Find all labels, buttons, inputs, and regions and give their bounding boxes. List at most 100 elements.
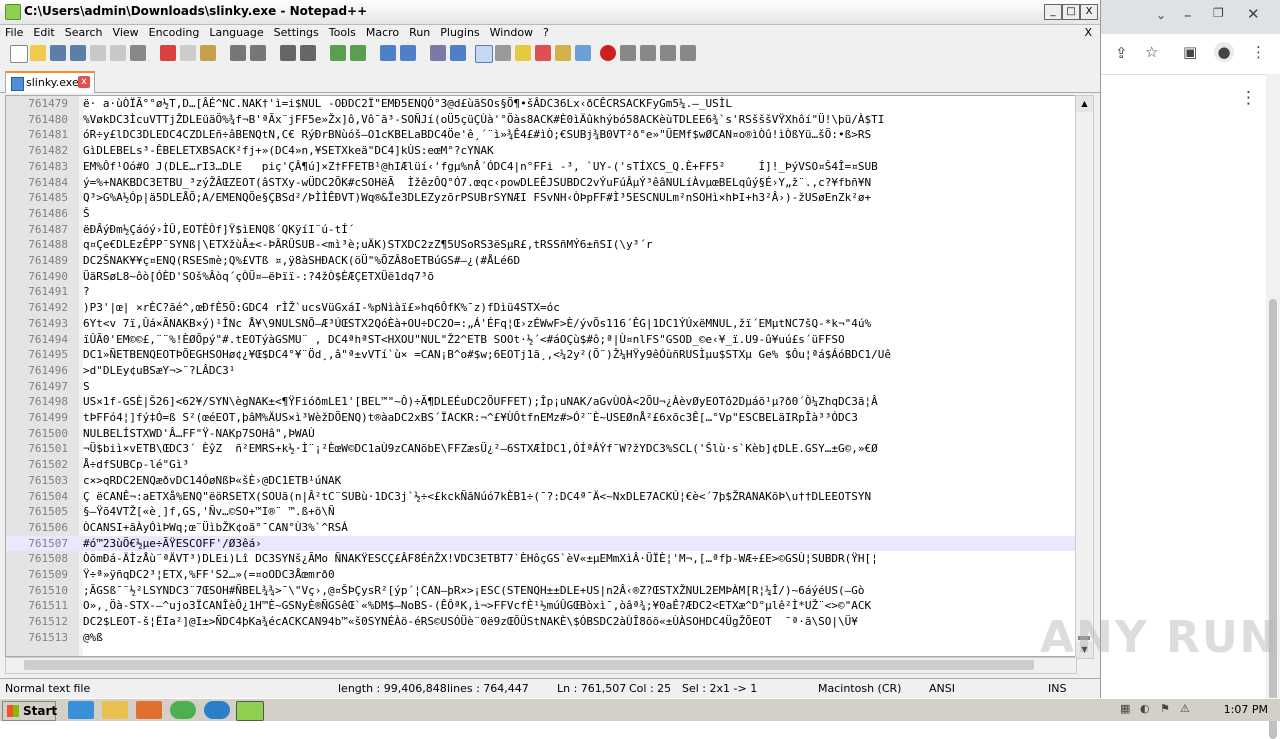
volume-icon[interactable]: ◐ (1140, 702, 1150, 715)
close-icon[interactable] (90, 45, 106, 61)
menu-language[interactable]: Language (204, 24, 268, 42)
editor-line[interactable]: 761481 óR÷y£lDC3DLEDC4CZDLEñ÷âBENQtN,C€ R… (6, 127, 1076, 143)
menu-help[interactable]: ? (538, 24, 554, 42)
word-wrap-icon[interactable] (430, 45, 446, 61)
editor-line[interactable]: 761501 ¬Ü$biì×vETB\ŒDC3´ ÈŷZ ñ²EMRS+k½·Ì¨… (6, 441, 1076, 457)
menu-window[interactable]: Window (485, 24, 538, 42)
open-file-icon[interactable] (30, 45, 46, 61)
editor-line[interactable]: 761506 ÒCANSI+ãÀyÓìÞWq;œ¨ÜìbŽK¢oã°¯CAN°Ù3… (6, 520, 1076, 536)
editor-line[interactable]: 761509 Ÿ÷ª»ÿñqDC2³¦ETX,%FF'S2…»(=¤oODC3Åœ… (6, 567, 1076, 583)
editor-line[interactable]: 761499 tÞFFó4¦]fý‡Ó=ß S²(œéEOT,þâM%ÄUS×ì³… (6, 410, 1076, 426)
tab-slinky-exe[interactable]: slinky.exe x (5, 71, 95, 93)
folder-workspace-icon[interactable] (555, 45, 571, 61)
maximize-button[interactable]: □ (1062, 4, 1080, 20)
side-panel-icon[interactable]: ▣ (1183, 43, 1197, 61)
status-encoding[interactable]: ANSI (929, 682, 955, 695)
close-document-button[interactable]: X (1084, 24, 1092, 42)
network-icon[interactable]: ▦ (1120, 702, 1130, 715)
editor-line[interactable]: 761507 #ó™23ùÖ€½µe÷ÃŸESCOFF'/Ø3êá› (6, 535, 1076, 552)
edge-taskbar-icon[interactable] (204, 701, 230, 719)
tab-close-icon[interactable]: x (78, 76, 90, 88)
minimize-button[interactable]: _ (1044, 4, 1062, 20)
status-eol[interactable]: Macintosh (CR) (818, 682, 901, 695)
page-menu-icon[interactable]: ⋮ (1240, 88, 1257, 108)
restore-icon[interactable]: ❐ (1213, 6, 1224, 20)
editor-line[interactable]: 761508 ÒõmÐá-ÄÌzÅù¨ªÄVT³)DLEi)Lî DC3SYNš¿… (6, 551, 1076, 567)
cut-icon[interactable] (160, 45, 176, 61)
editor-line[interactable]: 761492)P3'|œ| ×rÈC?ãé^,œÐfÈ5Ö:GDC4 rÌŽ`u… (6, 300, 1076, 316)
editor-line[interactable]: 761504 Ç ëCANÊ¬:aETXå%ENQ"ëöRSETX(SOUã(n|… (6, 489, 1076, 505)
editor-line[interactable]: 761485 Q³>G%A½Óp|ä5DLEÅÕ;A/EMENQÕe§ÇBSd²/… (6, 190, 1076, 206)
editor-line[interactable]: 761511 O»,¸Öà-STX-—^ujo3ÏCANÎèÔ¿1H™È~GSNy… (6, 598, 1076, 614)
menu-run[interactable]: Run (404, 24, 435, 42)
editor-line[interactable]: 761512 DC2$LEOT-š¦ËIa²]@I±>ÑDC4þKa¾écACKC… (6, 614, 1076, 630)
menu-tools[interactable]: Tools (324, 24, 361, 42)
browser-scrollbar[interactable] (1266, 74, 1280, 739)
editor-line[interactable]: 761513 @%ß (6, 630, 1076, 646)
function-list-icon[interactable] (535, 45, 551, 61)
status-insert-mode[interactable]: INS (1048, 682, 1066, 695)
chevron-down-icon[interactable]: ⌄ (1156, 8, 1166, 22)
menu-search[interactable]: Search (60, 24, 108, 42)
run-macro-multiple-icon[interactable] (660, 45, 676, 61)
editor-line[interactable]: 761505 §—Ÿõ4VTŽ[«è¸]f,GS,'Ñv…©SO+™I®¨ ™.ß… (6, 504, 1076, 520)
menu-encoding[interactable]: Encoding (144, 24, 205, 42)
redo-icon[interactable] (250, 45, 266, 61)
sync-vertical-icon[interactable] (380, 45, 396, 61)
save-macro-icon[interactable] (680, 45, 696, 61)
minimize-icon[interactable]: – (1184, 6, 1192, 24)
zoom-out-icon[interactable] (350, 45, 366, 61)
close-icon[interactable]: ✕ (1247, 5, 1260, 23)
bookmark-star-icon[interactable]: ☆ (1145, 43, 1158, 61)
menu-plugins[interactable]: Plugins (435, 24, 484, 42)
editor-line[interactable]: 761495 DC1»ÑETBENQEOTÞÕEGHSOHø¢¿¥Œ$DC4°¥¨… (6, 347, 1076, 363)
monitoring-icon[interactable] (575, 45, 591, 61)
find-icon[interactable] (280, 45, 296, 61)
editor-line[interactable]: 761500 NULBELÍSTXWD'Â…FF"Ÿ-NAKp7SOHâ",ÞWA… (6, 426, 1076, 442)
editor-line[interactable]: 761496 >d"DLEy¢uBSæY¬>¨?LÂDC3¹ (6, 363, 1076, 379)
ie-taskbar-icon[interactable] (68, 701, 94, 719)
editor-line[interactable]: 761503 c×>qRDC2ENQæðvDC14ÓøNßÞ«šÈ›@DC1ETB… (6, 473, 1076, 489)
zoom-in-icon[interactable] (330, 45, 346, 61)
print-icon[interactable] (130, 45, 146, 61)
copy-icon[interactable] (180, 45, 196, 61)
close-all-icon[interactable] (110, 45, 126, 61)
media-player-taskbar-icon[interactable] (136, 701, 162, 719)
save-icon[interactable] (50, 45, 66, 61)
show-all-chars-icon[interactable] (450, 45, 466, 61)
indent-guide-icon[interactable] (475, 45, 493, 63)
text-editor[interactable]: 761479 ë· a·ùÒÏÃ°°ø½T,D…[ÂÉ^NC.NAK†'ì=i$N… (5, 95, 1077, 657)
vertical-scrollbar[interactable]: ▲ ▼ (1075, 95, 1094, 659)
menu-file[interactable]: File (0, 24, 28, 42)
doc-map-icon[interactable] (515, 45, 531, 61)
record-macro-icon[interactable] (600, 45, 616, 61)
editor-line[interactable]: 761487 ëÐÂýÐm½Çáóý›ÌÛ,EOTÈÒf]Ÿ$ìENQß´QKÿí… (6, 222, 1076, 238)
udl-icon[interactable] (495, 45, 511, 61)
editor-line[interactable]: 761491? (6, 284, 1076, 300)
editor-line[interactable]: 761494 ïÛÃ0'EM©©£,¨¨%!ÈØÕpý"#.tEOTýàGSMU¨… (6, 332, 1076, 348)
editor-line[interactable]: 761482 GìDLEBELs³-ÊBELETXBSACK²fj+»(DC4»n… (6, 143, 1076, 159)
replace-icon[interactable] (300, 45, 316, 61)
editor-line[interactable]: 761479 ë· a·ùÒÏÃ°°ø½T,D…[ÂÉ^NC.NAK†'ì=i$N… (6, 96, 1076, 112)
editor-line[interactable]: 761483 EM%Ôf¹Oó#O J(DLE…rI3…DLE piç'ÇÂ¶ú]… (6, 159, 1076, 175)
profile-avatar-icon[interactable]: ● (1214, 42, 1234, 62)
start-button[interactable]: Start (2, 701, 57, 721)
undo-icon[interactable] (230, 45, 246, 61)
editor-line[interactable]: 761502 Å÷dfSUBCp-lé"Gì³ (6, 457, 1076, 473)
horizontal-scroll-thumb[interactable] (24, 660, 1034, 670)
browser-scroll-thumb[interactable] (1269, 299, 1277, 739)
paste-icon[interactable] (200, 45, 216, 61)
menu-edit[interactable]: Edit (28, 24, 59, 42)
new-file-icon[interactable] (10, 45, 28, 63)
menu-macro[interactable]: Macro (361, 24, 404, 42)
notepadpp-taskbar-icon[interactable] (236, 701, 264, 721)
editor-line[interactable]: 761498 US×1f-GSÈ|Š26]<62¥/SYN\ègNAK±<¶ŸFi… (6, 394, 1076, 410)
close-button[interactable]: X (1080, 4, 1098, 20)
editor-line[interactable]: 761480 %VøkDC3ÌcuVTTjŽDLEüäÖ%¾f¬B'ªÃx¨jFF… (6, 112, 1076, 128)
editor-line[interactable]: 761497 S (6, 379, 1076, 395)
editor-line[interactable]: 761489 DC2ŠNAK¥¥ç¤ENQ(RSESmè;Q%£VTß ¤,ÿ8à… (6, 253, 1076, 269)
stop-macro-icon[interactable] (620, 45, 636, 61)
editor-line[interactable]: 761510 ;ÃGSß¯¨½²LSYNDC3¨7ŒSOH#ÑBEL¾¾>¯\"V… (6, 583, 1076, 599)
menu-settings[interactable]: Settings (269, 24, 324, 42)
sync-horizontal-icon[interactable] (400, 45, 416, 61)
